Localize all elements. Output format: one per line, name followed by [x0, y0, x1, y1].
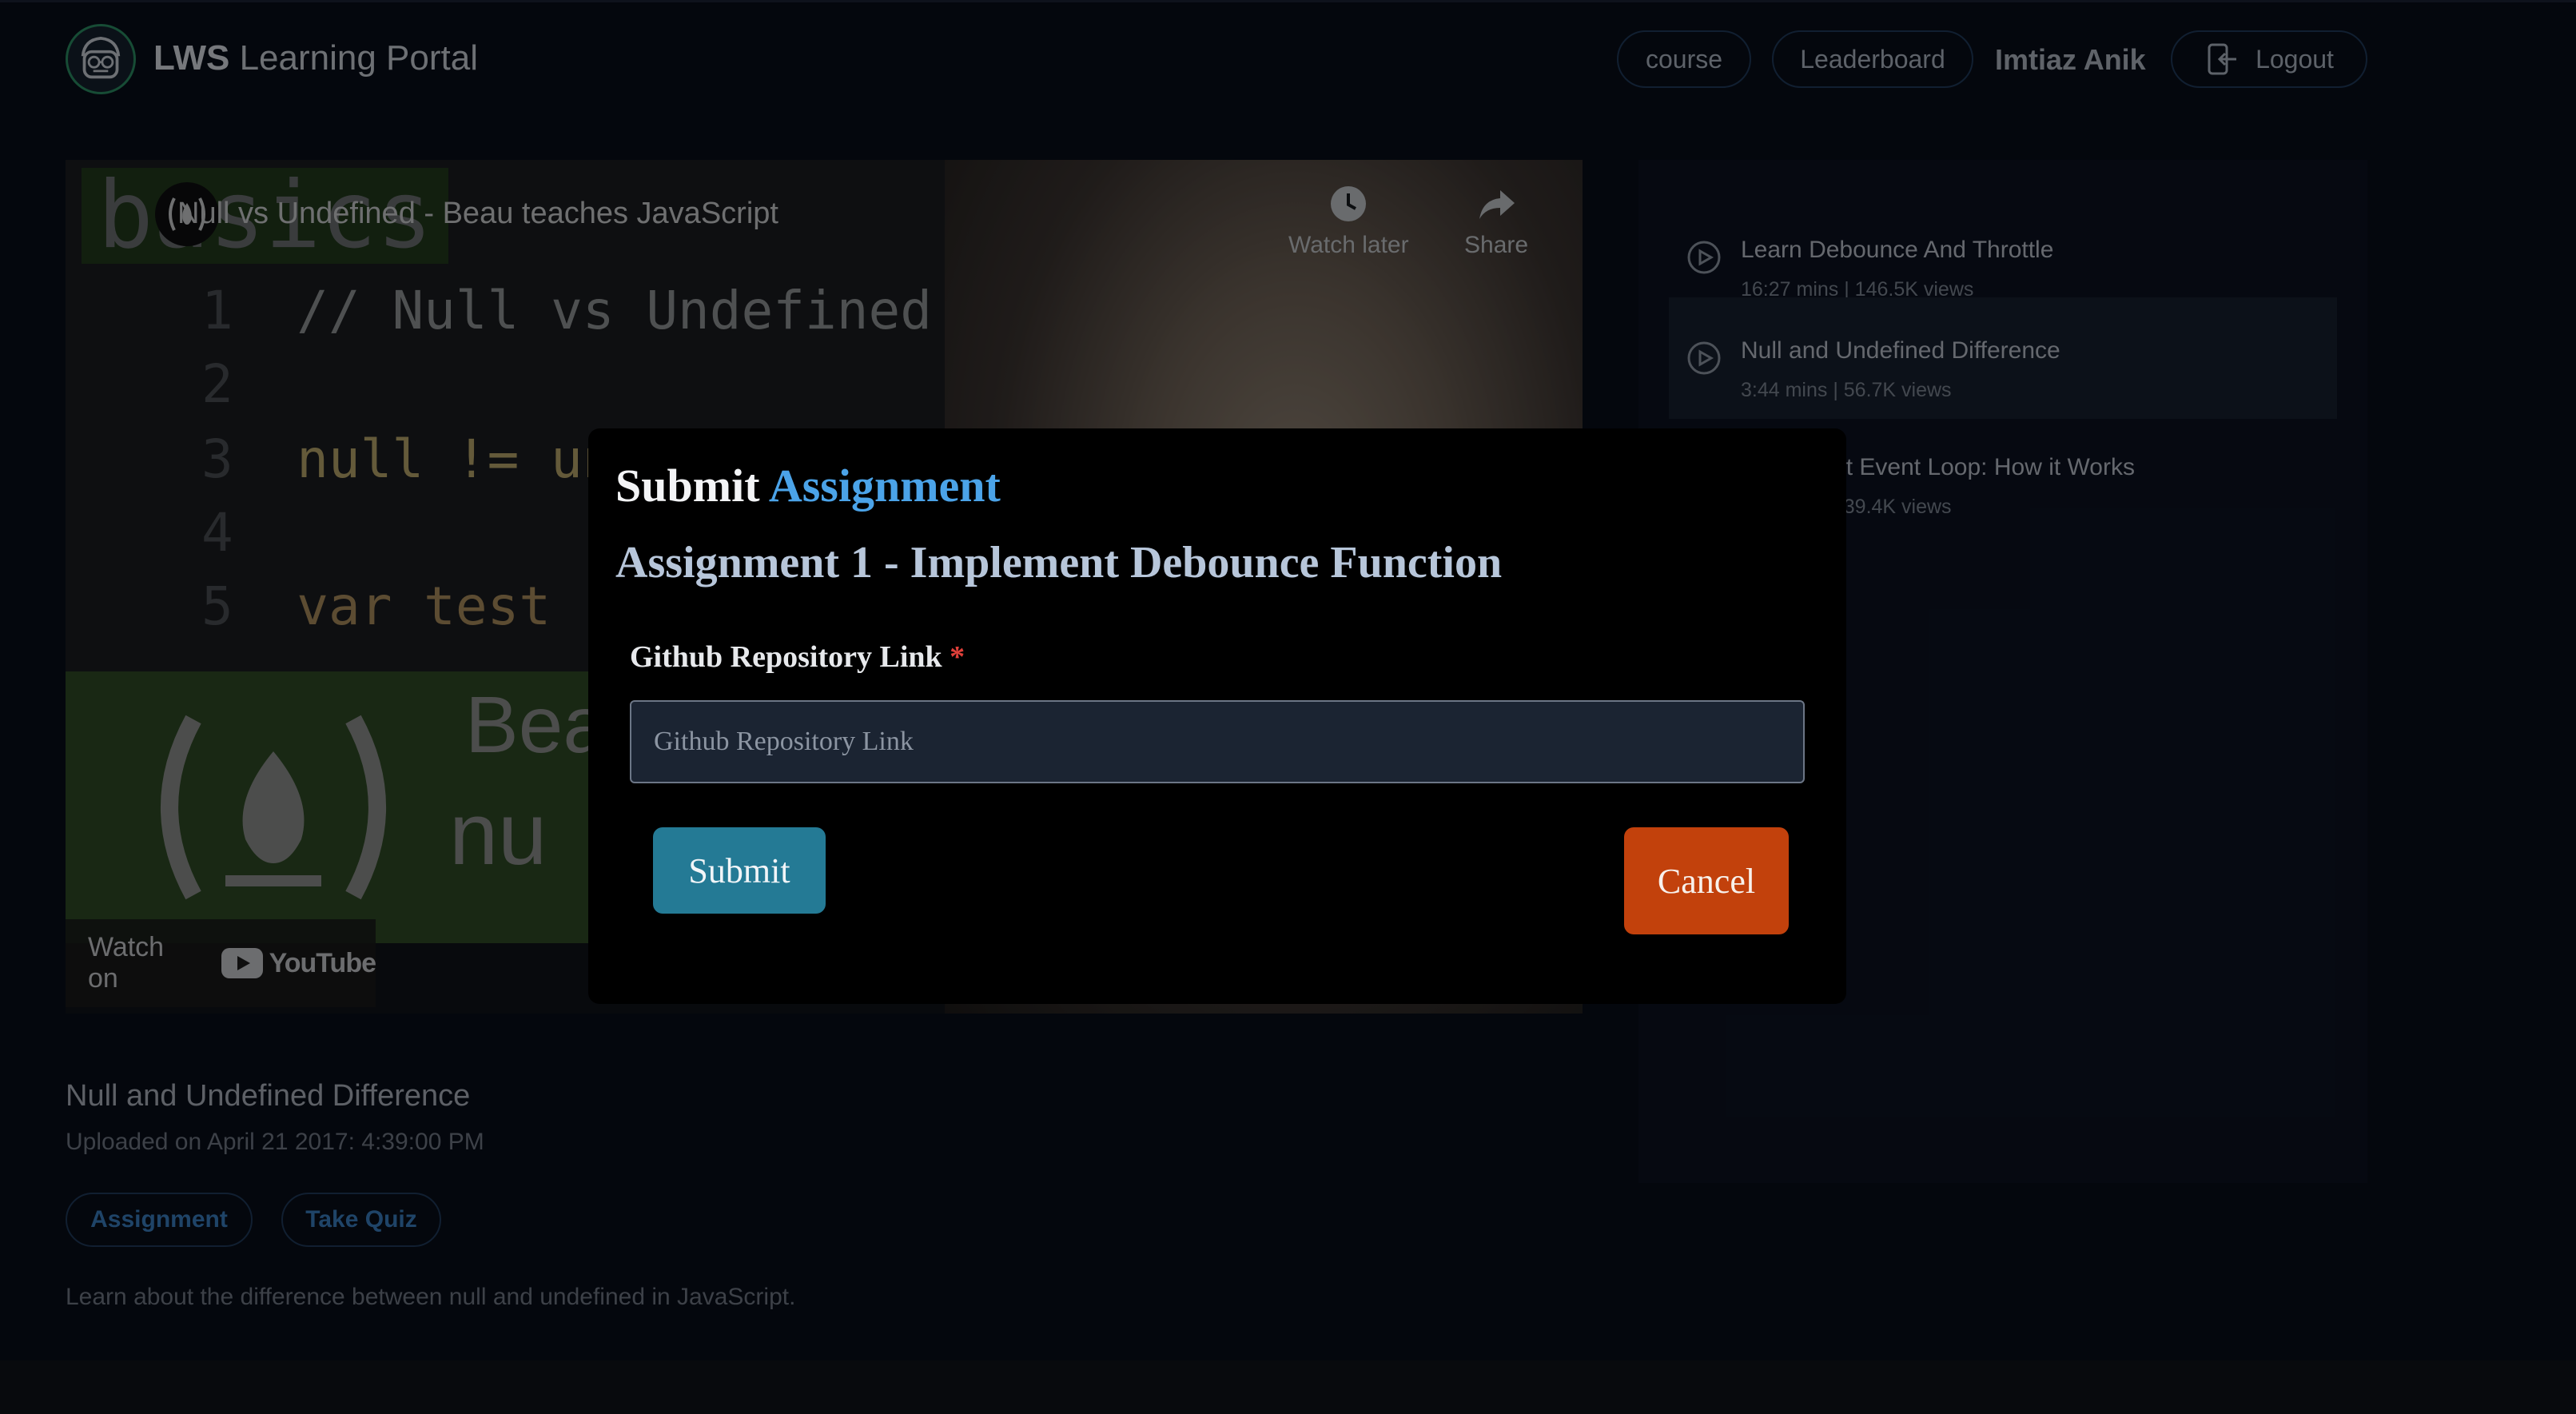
submit-assignment-modal: Submit Assignment Assignment 1 - Impleme…	[588, 428, 1846, 1004]
modal-heading-plain: Submit	[615, 460, 760, 512]
github-link-label-text: Github Repository Link	[630, 640, 942, 674]
page: LWS Learning Portal course Leaderboard I…	[0, 0, 2576, 1414]
required-indicator: *	[950, 640, 966, 674]
assignment-title: Assignment 1 - Implement Debounce Functi…	[615, 538, 1503, 588]
modal-heading-accent: Assignment	[768, 460, 1001, 512]
submit-button[interactable]: Submit	[653, 827, 826, 914]
cancel-button[interactable]: Cancel	[1624, 827, 1789, 934]
modal-heading: Submit Assignment	[615, 459, 1001, 512]
github-link-label: Github Repository Link *	[630, 639, 965, 675]
github-link-input[interactable]	[630, 700, 1805, 783]
